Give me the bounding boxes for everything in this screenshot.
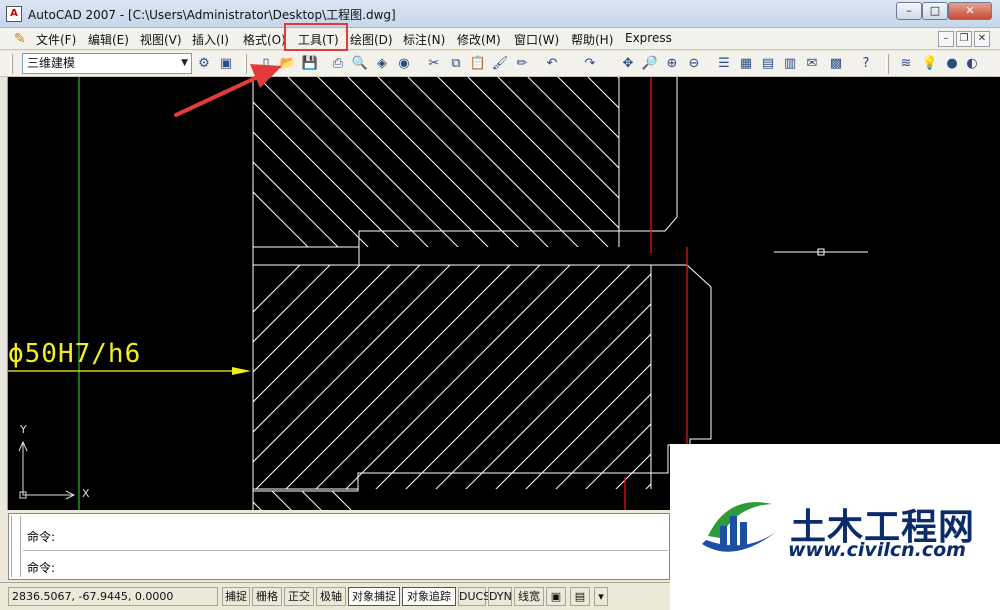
maximize-button[interactable]: □	[922, 2, 948, 20]
cut-icon[interactable]: ✂	[424, 54, 444, 74]
autocad-window: A AutoCAD 2007 - [C:\Users\Administrator…	[0, 0, 1000, 610]
toolbar-grip[interactable]	[244, 54, 247, 74]
model-space-icon[interactable]: ▣	[546, 587, 566, 606]
ortho-toggle[interactable]: 正交	[284, 587, 314, 606]
zoom-realtime-icon[interactable]: 🔎	[640, 54, 660, 74]
sheet-set-icon[interactable]: ▥	[780, 54, 800, 74]
autocad-app-icon[interactable]: A	[6, 6, 22, 22]
menu-express[interactable]: Express	[625, 31, 672, 45]
plot-icon[interactable]: ⎙	[328, 54, 348, 74]
3d-dwf-icon[interactable]: ◉	[394, 54, 414, 74]
menu-help[interactable]: 帮助(H)	[571, 31, 613, 48]
doc-restore-button[interactable]: ❐	[956, 31, 972, 47]
dyn-toggle[interactable]: DYN	[488, 587, 512, 606]
publish-icon[interactable]: ◈	[372, 54, 392, 74]
ucs-icon	[18, 440, 76, 500]
menu-view[interactable]: 视图(V)	[140, 31, 182, 48]
chevron-down-icon[interactable]: ▼	[181, 54, 188, 73]
layer-sun-icon[interactable]: ●	[942, 54, 962, 74]
redo-icon[interactable]: ↷	[580, 54, 600, 74]
command-history-line: 命令:	[27, 530, 56, 544]
lineweight-toggle[interactable]: 线宽	[514, 587, 544, 606]
open-file-icon[interactable]: 📂	[278, 54, 298, 74]
workspace-value: 三维建模	[27, 56, 76, 70]
otrack-toggle[interactable]: 对象追踪	[402, 587, 456, 606]
ucs-y-label: Y	[20, 423, 27, 436]
watermark-logo: 土木工程网 www.civilcn.com	[670, 444, 1000, 610]
canvas-left-edge	[0, 77, 8, 510]
snap-toggle[interactable]: 捕捉	[222, 587, 250, 606]
menu-format[interactable]: 格式(O)	[243, 31, 286, 48]
menu-bar: ✎ 文件(F) 编辑(E) 视图(V) 插入(I) 格式(O) 工具(T) 绘图…	[0, 28, 1000, 50]
match-properties-icon[interactable]: 🖌	[490, 54, 510, 74]
toolbar-grip[interactable]	[10, 54, 13, 74]
block-editor-icon[interactable]: ✏	[512, 54, 532, 74]
plot-preview-icon[interactable]: 🔍	[350, 54, 370, 74]
toolbar-grip[interactable]	[886, 54, 889, 74]
menu-dimension[interactable]: 标注(N)	[403, 31, 445, 48]
copy-icon[interactable]: ⧉	[446, 54, 466, 74]
coordinate-readout[interactable]: 2836.5067, -67.9445, 0.0000	[8, 587, 218, 606]
save-file-icon[interactable]: 💾	[300, 54, 320, 74]
menu-modify[interactable]: 修改(M)	[457, 31, 501, 48]
workspace-settings-icon[interactable]: ⚙	[194, 54, 214, 74]
hatch-top	[253, 77, 619, 247]
hatch-bottom	[253, 491, 352, 510]
watermark-url: www.civilcn.com	[788, 539, 966, 561]
layout-icon[interactable]: ▤	[570, 587, 590, 606]
quickcalc-icon[interactable]: ▩	[826, 54, 846, 74]
doc-close-button[interactable]: ✕	[974, 31, 990, 47]
tools-menu-highlight-box	[284, 23, 348, 51]
doc-minimize-button[interactable]: –	[938, 31, 954, 47]
layer-icon[interactable]: ≋	[896, 54, 916, 74]
polar-toggle[interactable]: 极轴	[316, 587, 346, 606]
document-icon[interactable]: ✎	[14, 31, 30, 47]
crosshair-cursor	[774, 248, 868, 256]
title-bar: A AutoCAD 2007 - [C:\Users\Administrator…	[0, 0, 1000, 28]
zoom-previous-icon[interactable]: ⊖	[684, 54, 704, 74]
command-input-line[interactable]: 命令:	[27, 559, 55, 576]
design-center-icon[interactable]: ▦	[736, 54, 756, 74]
menu-window[interactable]: 窗口(W)	[514, 31, 559, 48]
command-window[interactable]: 命令: 命令:	[8, 513, 670, 580]
layer-lock-icon[interactable]: ◐	[962, 54, 982, 74]
close-button[interactable]: ✕	[948, 2, 992, 20]
pan-icon[interactable]: ✥	[618, 54, 638, 74]
standard-toolbar: 三维建模 ▼ ⚙ ▣ ▯ 📂 💾 ⎙ 🔍 ◈ ◉ ✂ ⧉ 📋 🖌 ✏ ↶ ↷ ✥…	[0, 51, 1000, 77]
command-separator	[23, 550, 668, 551]
new-file-icon[interactable]: ▯	[256, 54, 276, 74]
tool-palettes-icon[interactable]: ▤	[758, 54, 778, 74]
dimension-arrowhead	[232, 367, 251, 375]
menu-file[interactable]: 文件(F)	[36, 31, 76, 48]
help-icon[interactable]: ?	[856, 54, 876, 74]
osnap-toggle[interactable]: 对象捕捉	[348, 587, 400, 606]
menu-insert[interactable]: 插入(I)	[192, 31, 229, 48]
menu-edit[interactable]: 编辑(E)	[88, 31, 129, 48]
paste-icon[interactable]: 📋	[468, 54, 488, 74]
status-menu-icon[interactable]: ▾	[594, 587, 608, 606]
workspace-dropdown[interactable]: 三维建模 ▼	[22, 53, 192, 74]
dimension-text: ϕ50H7/h6	[8, 339, 142, 369]
civilcn-logo-icon	[702, 502, 776, 552]
minimize-button[interactable]: –	[896, 2, 922, 20]
grid-toggle[interactable]: 栅格	[252, 587, 282, 606]
menu-draw[interactable]: 绘图(D)	[350, 31, 393, 48]
layer-bulb-icon[interactable]: 💡	[920, 54, 940, 74]
ducs-toggle[interactable]: DUCS	[458, 587, 490, 606]
window-title: AutoCAD 2007 - [C:\Users\Administrator\D…	[28, 8, 396, 22]
zoom-window-icon[interactable]: ⊕	[662, 54, 682, 74]
properties-icon[interactable]: ☰	[714, 54, 734, 74]
markup-icon[interactable]: ✉	[802, 54, 822, 74]
workspace-save-icon[interactable]: ▣	[216, 54, 236, 74]
undo-icon[interactable]: ↶	[542, 54, 562, 74]
command-window-grip[interactable]	[11, 516, 21, 577]
ucs-x-label: X	[82, 487, 90, 500]
